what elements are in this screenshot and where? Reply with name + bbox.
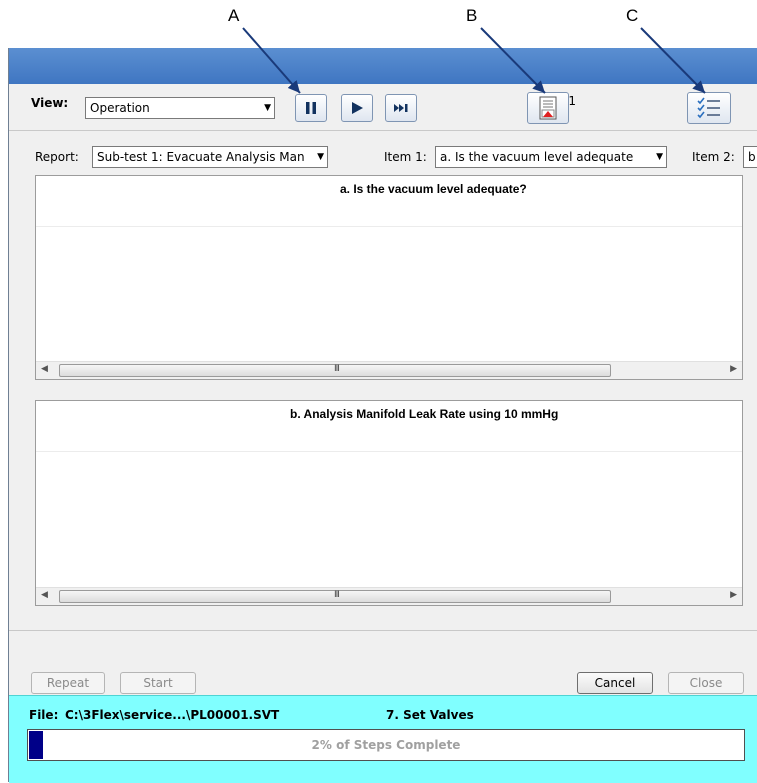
- panel-b-horizontal-scrollbar[interactable]: ◀ III ▶: [36, 587, 742, 605]
- panel-b-divider: [36, 451, 742, 452]
- scroll-left-icon[interactable]: ◀: [41, 590, 48, 600]
- view-label: View:: [31, 96, 69, 110]
- view-select-value: Operation: [90, 101, 150, 115]
- scroll-right-icon[interactable]: ▶: [730, 590, 737, 600]
- report-count: 1: [568, 94, 576, 108]
- item2-select[interactable]: b: [743, 146, 757, 168]
- item1-label: Item 1:: [384, 150, 427, 164]
- checklist-icon: [697, 97, 720, 119]
- chevron-down-icon: ▼: [317, 152, 324, 162]
- scroll-thumb[interactable]: III: [59, 364, 611, 377]
- report-select[interactable]: Sub-test 1: Evacuate Analysis Man ▼: [92, 146, 328, 168]
- report-select-value: Sub-test 1: Evacuate Analysis Man: [97, 150, 305, 164]
- checklist-button[interactable]: [687, 92, 731, 124]
- file-path: C:\3Flex\service...\PL00001.SVT: [65, 708, 280, 722]
- callout-c: C: [626, 6, 639, 25]
- repeat-button[interactable]: Repeat: [31, 672, 105, 694]
- report-panel-a: a. Is the vacuum level adequate? ◀ III ▶: [35, 175, 743, 380]
- chevron-down-icon: ▼: [656, 152, 663, 162]
- item1-select-value: a. Is the vacuum level adequate: [440, 150, 634, 164]
- scroll-thumb[interactable]: III: [59, 590, 611, 603]
- callout-a: A: [228, 6, 240, 25]
- skip-forward-button[interactable]: [385, 94, 417, 122]
- view-select[interactable]: Operation ▼: [85, 97, 275, 119]
- progress-bar: 2% of Steps Complete: [27, 729, 745, 761]
- play-button[interactable]: [341, 94, 373, 122]
- scroll-right-icon[interactable]: ▶: [730, 364, 737, 374]
- item2-label: Item 2:: [692, 150, 735, 164]
- separator: [9, 630, 757, 631]
- panel-b-title: b. Analysis Manifold Leak Rate using 10 …: [290, 407, 559, 421]
- panel-a-horizontal-scrollbar[interactable]: ◀ III ▶: [36, 361, 742, 379]
- report-button[interactable]: 1: [527, 92, 576, 124]
- report-panel-b: b. Analysis Manifold Leak Rate using 10 …: [35, 400, 743, 606]
- current-step: 7. Set Valves: [386, 708, 474, 722]
- toolbar: View: Operation ▼ 1: [9, 84, 757, 131]
- skip-forward-icon: [394, 104, 408, 112]
- cancel-button[interactable]: Cancel: [577, 672, 653, 694]
- start-button[interactable]: Start: [120, 672, 196, 694]
- scroll-left-icon[interactable]: ◀: [41, 364, 48, 374]
- chevron-down-icon: ▼: [264, 103, 271, 113]
- item2-select-value: b: [748, 150, 756, 164]
- play-icon: [352, 102, 363, 114]
- title-bar: [9, 48, 757, 84]
- close-button[interactable]: Close: [668, 672, 744, 694]
- scroll-grip: III: [334, 590, 340, 600]
- report-document-icon: [539, 96, 557, 120]
- progress-text: 2% of Steps Complete: [311, 738, 461, 752]
- file-label: File:: [29, 708, 59, 722]
- item1-select[interactable]: a. Is the vacuum level adequate ▼: [435, 146, 667, 168]
- pause-button[interactable]: [295, 94, 327, 122]
- report-label: Report:: [35, 150, 79, 164]
- pause-icon: [306, 102, 316, 114]
- panel-a-divider: [36, 226, 742, 227]
- window: View: Operation ▼ 1 Report: Sub-test 1: …: [8, 48, 757, 783]
- scroll-grip: III: [334, 364, 340, 374]
- status-area: File: C:\3Flex\service...\PL00001.SVT 7.…: [9, 695, 757, 783]
- callout-b: B: [466, 6, 478, 25]
- panel-a-title: a. Is the vacuum level adequate?: [340, 182, 527, 196]
